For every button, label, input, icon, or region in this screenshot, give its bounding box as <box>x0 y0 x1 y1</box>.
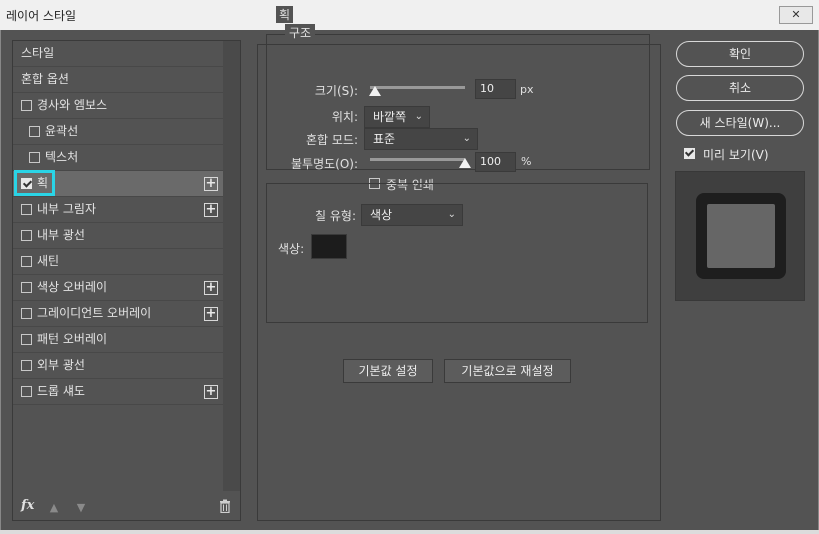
window-title: 레이어 스타일 <box>6 9 77 23</box>
style-item-label: 스타일 <box>21 46 55 60</box>
style-item-label: 혼합 옵션 <box>21 72 69 86</box>
style-item-checkbox[interactable] <box>21 230 32 241</box>
window-bottom-border <box>0 530 819 534</box>
style-item-label: 내부 광선 <box>37 228 85 242</box>
opacity-unit: % <box>521 155 532 168</box>
close-button[interactable]: ✕ <box>779 6 813 24</box>
blend-mode-value: 표준 <box>373 132 396 146</box>
style-item-label: 외부 광선 <box>37 358 85 372</box>
style-item[interactable]: 그레이디언트 오버레이 + <box>13 301 223 327</box>
blend-mode-label: 혼합 모드: <box>305 133 358 147</box>
style-item-label: 색상 오버레이 <box>37 280 108 294</box>
style-list-scrollbar[interactable] <box>223 41 240 491</box>
style-item-checkbox[interactable] <box>21 282 32 293</box>
style-item[interactable]: 윤곽선 <box>13 119 223 145</box>
color-label: 색상: <box>278 242 305 256</box>
style-item[interactable]: 외부 광선 <box>13 353 223 379</box>
preview-fill-shape <box>707 204 775 268</box>
size-label: 크기(S): <box>314 84 358 98</box>
fill-type-select[interactable]: 색상 ⌄ <box>361 204 463 226</box>
position-label: 위치: <box>331 110 358 124</box>
blend-mode-select[interactable]: 표준 ⌄ <box>364 128 478 150</box>
arrow-up-icon[interactable]: ▲ <box>48 501 60 514</box>
position-select[interactable]: 바깥쪽 ⌄ <box>364 106 430 128</box>
style-item[interactable]: 스타일 <box>13 41 223 67</box>
style-item[interactable]: 내부 광선 <box>13 223 223 249</box>
style-item[interactable]: 새틴 <box>13 249 223 275</box>
add-effect-icon[interactable]: + <box>204 385 218 399</box>
position-value: 바깥쪽 <box>373 110 407 124</box>
structure-title: 구조 <box>285 24 316 41</box>
style-item-checkbox[interactable] <box>29 126 40 137</box>
opacity-label: 불투명도(O): <box>290 157 358 171</box>
style-preview <box>675 171 805 301</box>
new-style-button[interactable]: 새 스타일(W)... <box>676 110 804 136</box>
style-item-checkbox[interactable] <box>21 308 32 319</box>
opacity-slider-thumb[interactable] <box>459 158 471 168</box>
style-item[interactable]: 내부 그림자 + <box>13 197 223 223</box>
preview-stroke-shape <box>696 193 786 279</box>
style-item-checkbox[interactable] <box>21 100 32 111</box>
style-item-checkbox[interactable] <box>29 152 40 163</box>
chevron-down-icon: ⌄ <box>414 111 423 122</box>
cancel-button[interactable]: 취소 <box>676 75 804 101</box>
style-item-checkbox[interactable] <box>21 360 32 371</box>
arrow-down-icon[interactable]: ▼ <box>75 501 87 514</box>
style-item-checkbox[interactable] <box>21 334 32 345</box>
add-effect-icon[interactable]: + <box>204 203 218 217</box>
set-default-button[interactable]: 기본값 설정 <box>343 359 433 383</box>
style-list-panel: 스타일 혼합 옵션 경사와 엠보스 윤곽선 텍스처 획 + 내부 그림자 + 내부 광선 새틴 색상 … <box>12 40 241 521</box>
style-item-checkbox[interactable] <box>21 386 32 397</box>
fill-type-label: 칠 유형: <box>300 207 356 224</box>
chevron-down-icon: ⌄ <box>447 209 456 220</box>
style-item-label: 경사와 엠보스 <box>37 98 108 112</box>
style-item-label: 윤곽선 <box>45 124 79 138</box>
style-item-label: 새틴 <box>37 254 60 268</box>
style-item-label: 패턴 오버레이 <box>37 332 108 346</box>
title-bar: 레이어 스타일 ✕ <box>0 0 819 30</box>
fill-type-value: 색상 <box>370 208 393 222</box>
size-unit: px <box>520 83 534 96</box>
opacity-slider-track[interactable] <box>370 158 465 161</box>
size-slider-track[interactable] <box>370 86 465 89</box>
style-item[interactable]: 드롭 섀도 + <box>13 379 223 405</box>
opacity-input[interactable]: 100 <box>475 152 516 172</box>
style-item-checkbox[interactable] <box>21 256 32 267</box>
add-effect-icon[interactable]: + <box>204 281 218 295</box>
style-list-footer: fx ▲ ▼ <box>13 496 240 520</box>
style-item[interactable]: 패턴 오버레이 <box>13 327 223 353</box>
style-item[interactable]: 혼합 옵션 <box>13 67 223 93</box>
style-item-label: 내부 그림자 <box>37 202 97 216</box>
focus-highlight <box>14 170 55 196</box>
style-item-label: 텍스처 <box>45 150 79 164</box>
add-effect-icon[interactable]: + <box>204 307 218 321</box>
trash-icon[interactable] <box>219 499 231 514</box>
preview-checkbox[interactable] <box>684 148 695 159</box>
style-item[interactable]: 색상 오버레이 + <box>13 275 223 301</box>
fx-button[interactable]: fx <box>21 498 34 513</box>
size-slider-thumb[interactable] <box>368 86 381 96</box>
chevron-down-icon: ⌄ <box>462 133 471 144</box>
style-item-label: 드롭 섀도 <box>37 384 85 398</box>
size-input[interactable]: 10 <box>475 79 516 99</box>
preview-label: 미리 보기(V) <box>703 148 769 162</box>
reset-default-button[interactable]: 기본값으로 재설정 <box>444 359 571 383</box>
add-effect-icon[interactable]: + <box>204 177 218 191</box>
ok-button[interactable]: 확인 <box>676 41 804 67</box>
section-title: 획 <box>276 6 294 23</box>
color-swatch[interactable] <box>311 234 347 259</box>
style-item-label: 그레이디언트 오버레이 <box>37 306 152 320</box>
style-item[interactable]: 경사와 엠보스 <box>13 93 223 119</box>
style-item-checkbox[interactable] <box>21 204 32 215</box>
style-item[interactable]: 텍스처 <box>13 145 223 171</box>
